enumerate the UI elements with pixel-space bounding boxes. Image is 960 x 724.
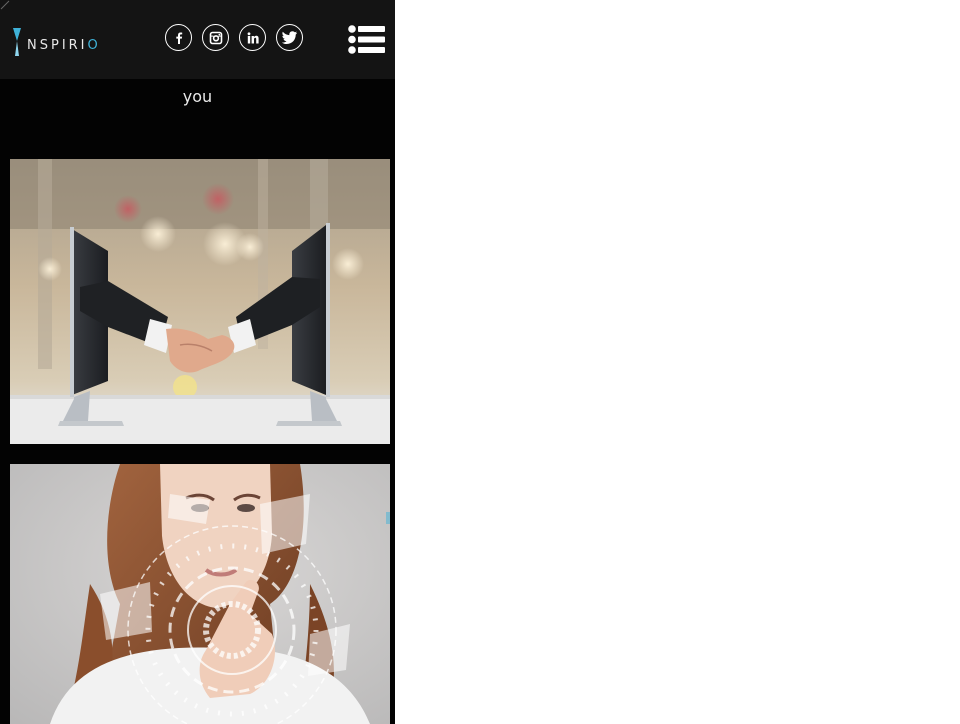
- handshake-card-image[interactable]: [10, 159, 390, 444]
- facebook-icon: [175, 32, 182, 44]
- facebook-link[interactable]: [165, 24, 192, 51]
- mobile-viewport: NSPIRIO you: [0, 0, 395, 724]
- logo-wordmark: NSPIRIO: [27, 38, 101, 53]
- logo-mark-icon: [13, 28, 21, 56]
- holographic-card-image[interactable]: [10, 464, 390, 724]
- tagline-line-2: you: [182, 87, 213, 106]
- menu-list-icon[interactable]: [348, 25, 385, 54]
- handshake-through-monitors-photo: [10, 159, 390, 444]
- woman-touching-holographic-interface-photo: [10, 464, 390, 724]
- instagram-icon: [209, 31, 222, 44]
- resize-handle-icon: [0, 0, 10, 10]
- social-links: [165, 24, 313, 51]
- inspirio-logo[interactable]: NSPIRIO: [12, 23, 101, 57]
- instagram-link[interactable]: [202, 24, 229, 51]
- site-header: NSPIRIO: [0, 0, 395, 79]
- linkedin-icon: [247, 31, 259, 43]
- linkedin-link[interactable]: [239, 24, 266, 51]
- twitter-link[interactable]: [276, 24, 303, 51]
- twitter-icon: [282, 31, 297, 44]
